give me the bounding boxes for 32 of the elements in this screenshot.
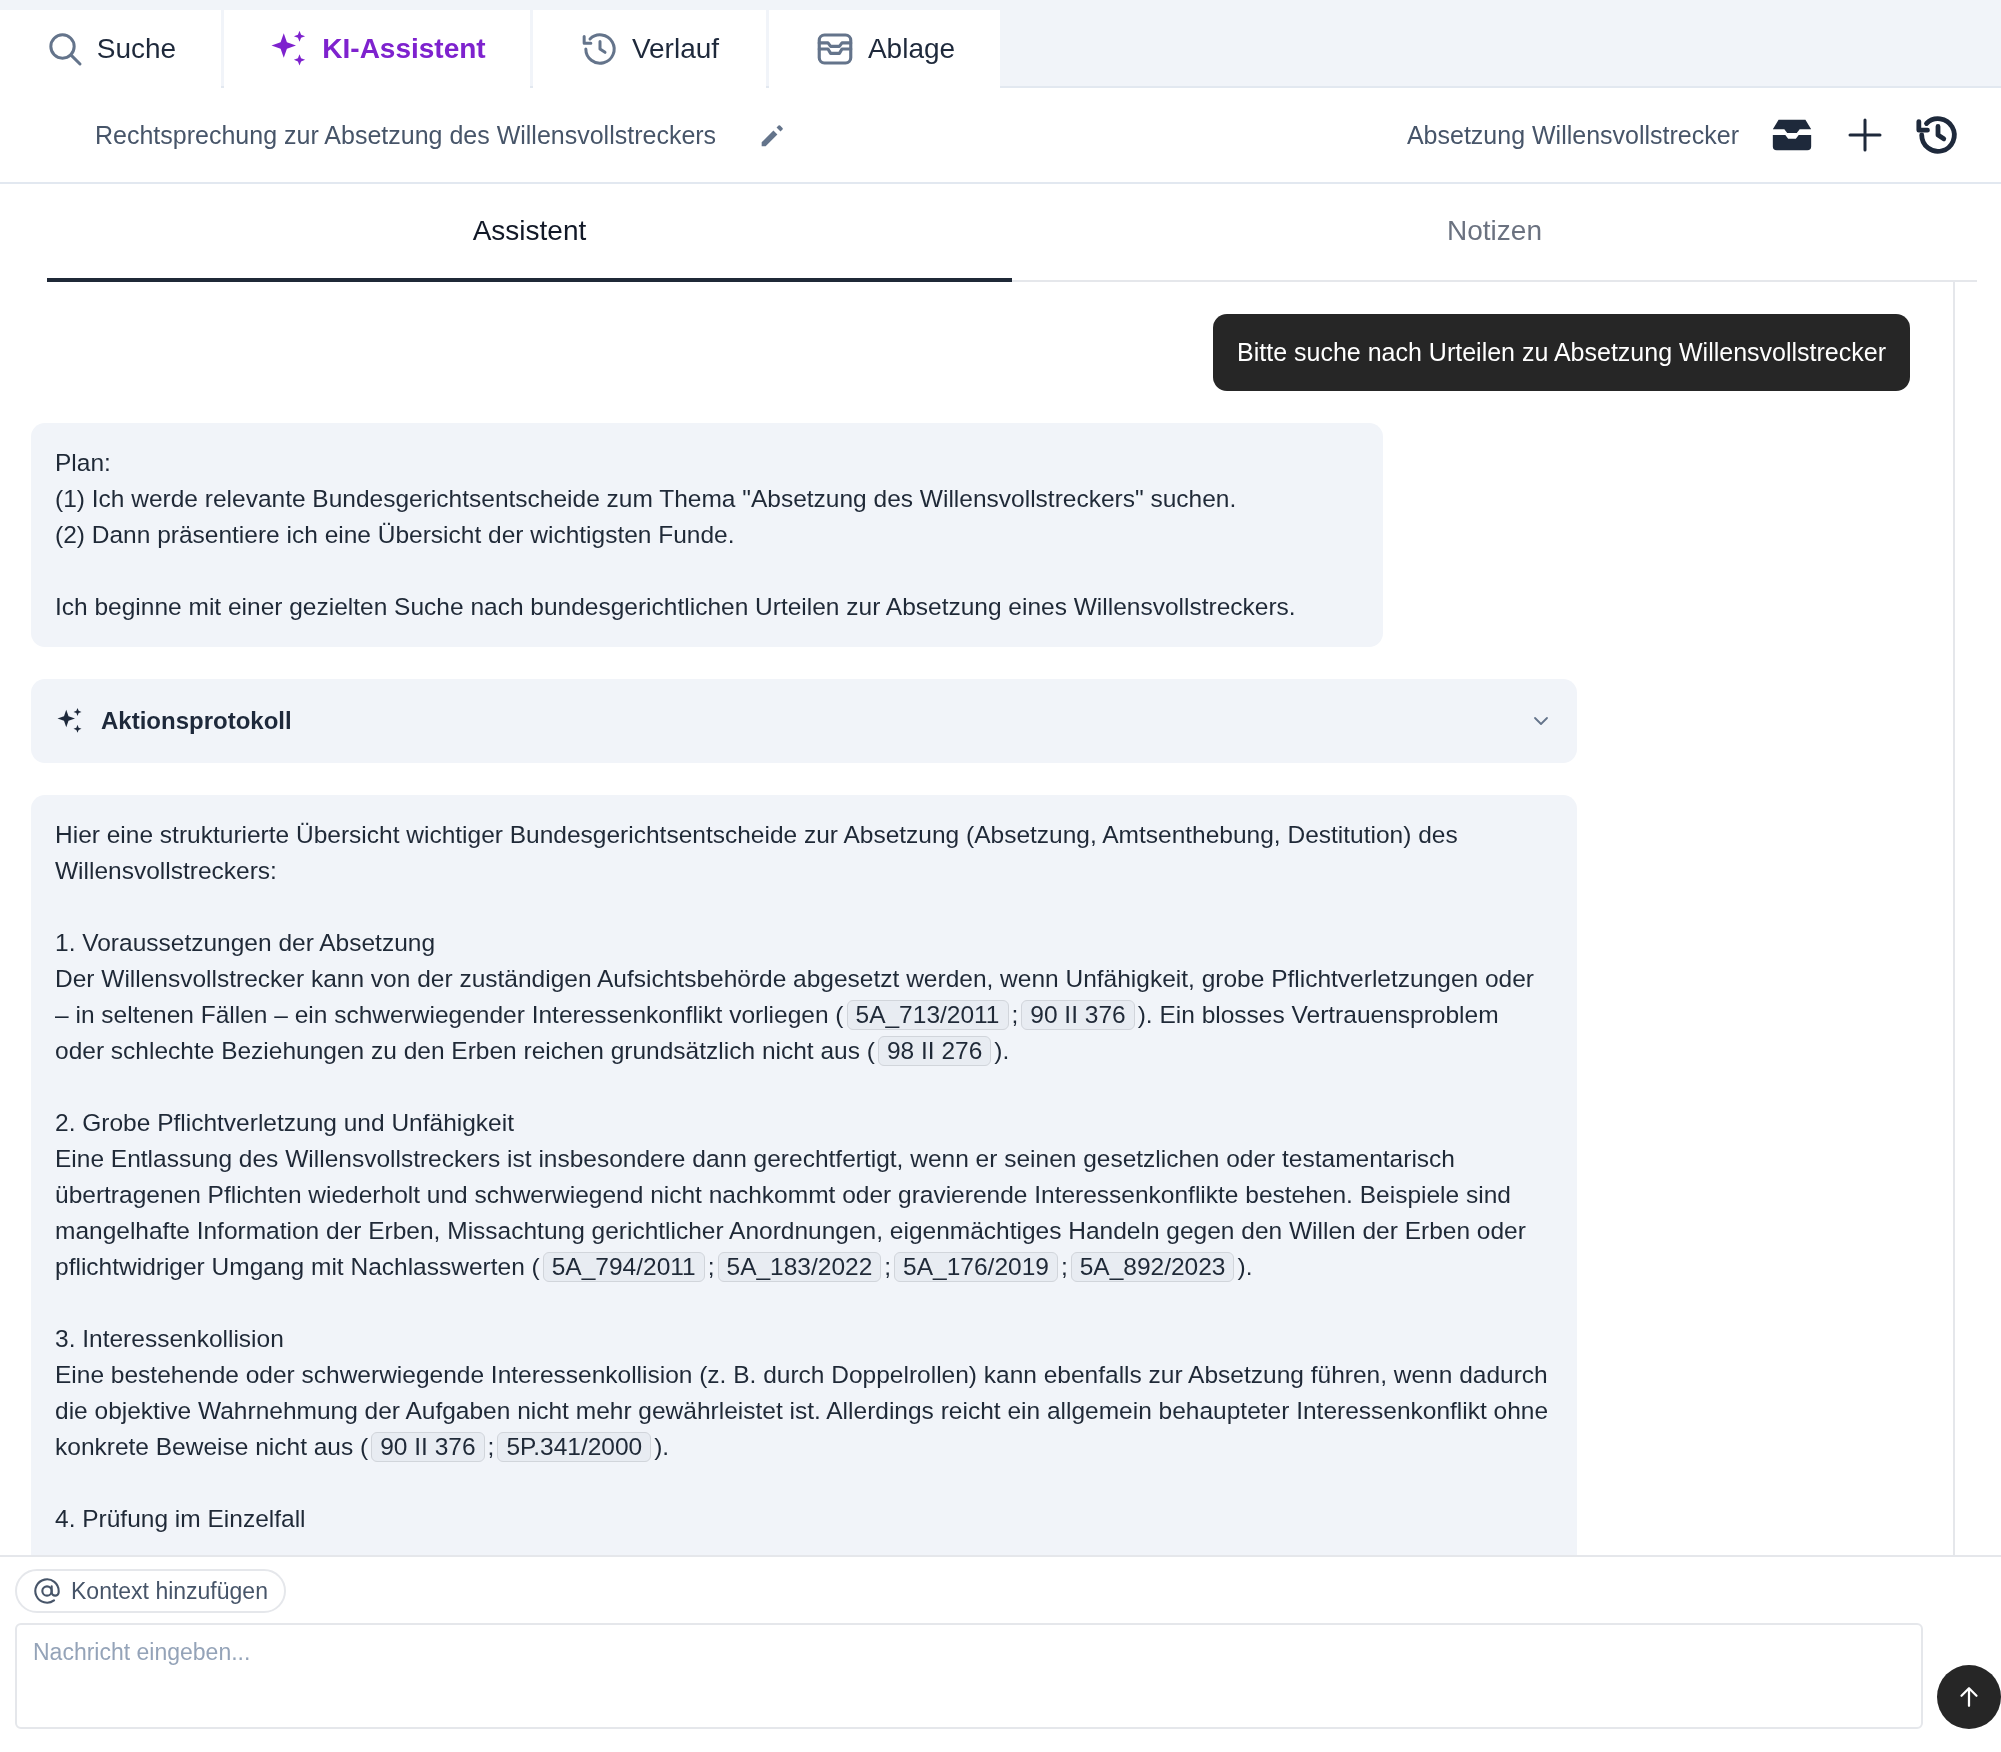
citation-link[interactable]: 5A_176/2019 (894, 1252, 1058, 1282)
section-heading: 3. Interessenkollision (55, 1324, 285, 1354)
paragraph: Eine bestehende oder schwerwiegende Interessenkollision (z. B. durch Doppelrollen) kann ebenfalls zur Absetzung führen, wenn dadurch die objektive Wahrnehmung der Aufgaben nicht mehr gewährleistet ist. Allerdings reicht ein allgemein behaupteter Interessenkonflikt ohne konkrete Beweise nicht aus ( 90 II 376 ; 5P.341/2000 ). (55, 1360, 1550, 1464)
citation-link[interactable]: 5P.341/2000 (497, 1432, 652, 1462)
user-message: Bitte suche nach Urteilen zu Absetzung Willensvollstrecker (1213, 314, 1910, 391)
tab[interactable]: KI-Assistent (224, 10, 530, 88)
folder-name: Absetzung Willensvollstrecker (1406, 120, 1739, 150)
citation-link[interactable]: 5A_183/2022 (717, 1252, 882, 1282)
paragraph: Der Willensvollstrecker kann von der zuständigen Aufsichtsbehörde abgesetzt werden, wenn Unfähigkeit, grobe Pflichtverletzungen oder – in seltenen Fällen – ein schwerwiegender Interessenkonflikt vorliegen ( 5A_713/2011 ; 90 II 376 ). Ein blosses Vertrauensproblem oder schlechte Beziehungen zu den Erben reichen grundsätzlich nicht aus ( 98 II 276 ). (55, 964, 1535, 1068)
tab[interactable]: Notizen (1012, 184, 1977, 282)
citation-link[interactable]: 98 II 276 (877, 1036, 992, 1066)
citation-link[interactable]: 5A_892/2023 (1070, 1252, 1235, 1282)
section-heading: 4. Prüfung im Einzelfall (55, 1504, 307, 1534)
message-input[interactable]: Nachricht eingeben... (15, 1623, 1923, 1729)
tab[interactable]: Verlauf (533, 10, 766, 88)
section-heading: 2. Grobe Pflichtverletzung und Unfähigkeit (55, 1108, 515, 1138)
chat-title: Rechtsprechung zur Absetzung des Willensvollstreckers (95, 120, 717, 150)
add-context-button[interactable]: Kontext hinzufügen (15, 1569, 286, 1613)
paragraph: Ich beginne mit einer gezielten Suche nach bundesgerichtlichen Urteilen zur Absetzung eines Willensvollstreckers. (55, 592, 1297, 622)
citation-link[interactable]: 90 II 376 (1021, 1000, 1135, 1030)
tab[interactable]: Suche (0, 10, 221, 88)
tab[interactable]: Assistent (47, 184, 1012, 282)
citation-link[interactable]: 5A_794/2011 (542, 1252, 705, 1282)
at-sign-icon (33, 1577, 61, 1605)
action-log-toggle[interactable]: Aktionsprotokoll (31, 679, 1577, 763)
paragraph: Eine Entlassung des Willensvollstreckers ist insbesondere dann gerechtfertigt, wenn er seinen gesetzlichen oder testamentarisch übertragenen Pflichten wiederholt und schwerwiegend nicht nachkommt oder gravierende Interessenkonflikte bestehen. Beispiele sind mangelhafte Information der Erben, Missachtung gerichtlicher Anordnungen, eigenmächtiges Handeln gegen den Willen der Erben oder pflichtwidriger Umgang mit Nachlasswerten ( 5A_794/2011 ; 5A_183/2022 ; 5A_176/2019 ; 5A_892/2023 ). (55, 1144, 1527, 1284)
tab[interactable]: Ablage (769, 10, 1000, 88)
paragraph: Hier eine strukturierte Übersicht wichtiger Bundesgerichtsentscheide zur Absetzung (Absetzung, Amtsenthebung, Destitution) des Willensvollstreckers: (55, 820, 1459, 886)
citation-link[interactable]: 5A_713/2011 (846, 1000, 1009, 1030)
section-heading: 1. Voraussetzungen der Absetzung (55, 928, 437, 958)
citation-link[interactable]: 90 II 376 (371, 1432, 485, 1462)
paragraph: Plan: (1) Ich werde relevante Bundesgerichtsentscheide zum Thema "Absetzung des Willensvollstreckers" suchen. (2) Dann präsentiere ich eine Übersicht der wichtigsten Funde. (55, 448, 1238, 550)
